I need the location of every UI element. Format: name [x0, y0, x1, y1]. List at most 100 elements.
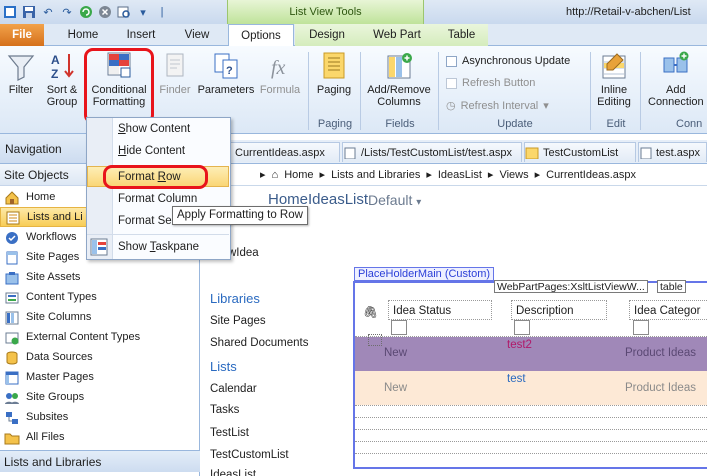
parameters-button[interactable]: ? Parameters [196, 50, 256, 96]
add-connection-icon [663, 51, 689, 73]
nav-item-label: Content Types [26, 291, 97, 303]
menu-item-show-taskpane[interactable]: Show Taskpane [118, 241, 199, 253]
refresh-button-checkbox[interactable]: Refresh Button [446, 77, 535, 89]
quick-launch-link[interactable]: Site Pages [210, 315, 266, 327]
nav-item-master-pages[interactable]: Master Pages [0, 367, 199, 387]
master-page-icon [5, 371, 19, 384]
nav-item-label: Data Sources [26, 351, 93, 363]
save-icon[interactable] [21, 4, 37, 20]
tab-web-part[interactable]: Web Part [359, 24, 435, 46]
nav-item-site-assets[interactable]: Site Assets [0, 267, 199, 287]
tab-view[interactable]: View [169, 24, 225, 46]
tab-design[interactable]: Design [295, 24, 359, 46]
filter-button[interactable]: Filter [2, 50, 40, 96]
doc-tab-test-custom-list-test[interactable]: /Lists/TestCustomList/test.aspx [342, 142, 522, 162]
quick-launch-link[interactable]: TestList [210, 427, 249, 439]
breadcrumb-home[interactable]: Home [284, 169, 313, 181]
attachment-icon: 🖇 [363, 305, 379, 319]
checkbox-box[interactable] [446, 77, 457, 89]
formula-label: Formula [259, 84, 301, 96]
quick-launch-link[interactable]: Tasks [210, 404, 239, 416]
contextual-tab-label: List View Tools [289, 6, 362, 18]
sort-filter-box[interactable] [633, 320, 649, 335]
view-selector[interactable]: Default ▾ [368, 192, 421, 208]
nav-item-data-sources[interactable]: Data Sources [0, 347, 199, 367]
libraries-header[interactable]: Libraries [210, 291, 260, 306]
new-idea-link[interactable]: wIdea [228, 247, 259, 259]
finder-label: Finder [159, 84, 191, 96]
svg-text:A: A [51, 53, 60, 67]
chevron-down-icon: ▾ [416, 197, 422, 208]
breadcrumb-views[interactable]: Views [499, 169, 528, 181]
breadcrumb-lists-libraries[interactable]: Lists and Libraries [331, 169, 420, 181]
menu-item-hide-content[interactable]: Hide Content [118, 145, 185, 157]
tab-file[interactable]: File [0, 24, 44, 46]
quick-launch-link[interactable]: IdeasList [210, 469, 256, 476]
breadcrumb-separator: ▸ [487, 169, 494, 181]
stop-icon[interactable] [97, 4, 113, 20]
breadcrumb-current-ideas[interactable]: CurrentIdeas.aspx [546, 169, 636, 181]
undo-icon[interactable]: ↶ [40, 4, 56, 20]
column-header-idea-category[interactable]: Idea Categor [629, 300, 707, 320]
column-header-idea-status[interactable]: Idea Status [388, 300, 492, 320]
lists-and-libraries-footer[interactable]: Lists and Libraries [0, 450, 200, 472]
paging-label: Paging [316, 84, 352, 96]
nav-item-all-files[interactable]: All Files [0, 427, 199, 447]
doc-tab-test-custom-list[interactable]: TestCustomList [524, 142, 636, 162]
cell-idea-status: New [384, 347, 408, 359]
add-remove-label-1: Add/Remove [367, 84, 431, 96]
redo-icon[interactable]: ↷ [59, 4, 75, 20]
nav-item-subsites[interactable]: Subsites [0, 407, 199, 427]
finder-button[interactable]: Finder [156, 50, 194, 96]
list-icon [6, 211, 20, 224]
webpart-label[interactable]: WebPartPages:XsltListViewW... [494, 280, 648, 293]
cell-idea-category: Product Ideas [625, 382, 696, 394]
customize-qat-icon[interactable]: ▾ [135, 4, 151, 20]
nav-item-label: All Files [26, 431, 65, 443]
tab-table[interactable]: Table [435, 24, 488, 46]
cell-description: test [507, 373, 526, 385]
add-remove-columns-button[interactable]: Add/Remove Columns [363, 50, 435, 108]
group-separator [308, 52, 309, 130]
doc-tab-current-ideas[interactable]: CurrentIdeas.aspx [230, 142, 340, 162]
back-arrow-icon[interactable]: ▸ [260, 168, 266, 181]
checkbox-box[interactable] [446, 55, 457, 67]
breadcrumb-ideas-list[interactable]: IdeasList [438, 169, 482, 181]
app-icon[interactable] [2, 4, 18, 20]
refresh-icon[interactable] [78, 4, 94, 20]
sort-filter-box[interactable] [514, 320, 530, 335]
add-connection-button[interactable]: Add Connection [644, 50, 707, 108]
paging-button[interactable]: Paging [312, 50, 356, 96]
tab-home[interactable]: Home [53, 24, 113, 46]
sort-group-button[interactable]: AZ Sort & Group [42, 50, 82, 108]
placeholder-label[interactable]: PlaceHolderMain (Custom) [354, 267, 495, 281]
tab-options[interactable]: Options [228, 24, 294, 47]
inline-editing-label-1: Inline [600, 84, 628, 96]
preview-icon[interactable] [116, 4, 132, 20]
inline-editing-icon [602, 53, 626, 79]
menu-item-format-selection[interactable]: Format Se [118, 215, 172, 227]
async-update-checkbox[interactable]: Asynchronous Update [446, 55, 570, 67]
nav-item-external-content-types[interactable]: External Content Types [0, 327, 199, 347]
column-header-description[interactable]: Description [511, 300, 607, 320]
nav-item-content-types[interactable]: Content Types [0, 287, 199, 307]
inline-editing-button[interactable]: Inline Editing [592, 50, 636, 108]
nav-item-site-columns[interactable]: Site Columns [0, 307, 199, 327]
quick-launch-link[interactable]: Calendar [210, 383, 257, 395]
table-tag-label[interactable]: table [657, 280, 686, 293]
nav-item-label: Workflows [26, 231, 77, 243]
tab-insert[interactable]: Insert [113, 24, 169, 46]
formula-button[interactable]: fx Formula [257, 50, 303, 96]
quick-launch-link[interactable]: TestCustomList [210, 449, 289, 461]
menu-item-text: askpane [155, 241, 199, 253]
quick-launch-link[interactable]: Shared Documents [210, 337, 308, 349]
breadcrumb-separator: ▸ [426, 169, 432, 181]
sort-filter-box[interactable] [391, 320, 407, 335]
doc-tab-test-aspx[interactable]: test.aspx [638, 142, 707, 162]
nav-item-site-groups[interactable]: Site Groups [0, 387, 199, 407]
refresh-interval-dropdown[interactable]: ◷ Refresh Interval ▾ [446, 99, 549, 113]
menu-item-format-column[interactable]: Format Column [118, 193, 197, 205]
menu-item-show-content[interactable]: Show Content [118, 123, 190, 135]
lists-header[interactable]: Lists [210, 359, 237, 374]
paging-icon [323, 52, 345, 79]
